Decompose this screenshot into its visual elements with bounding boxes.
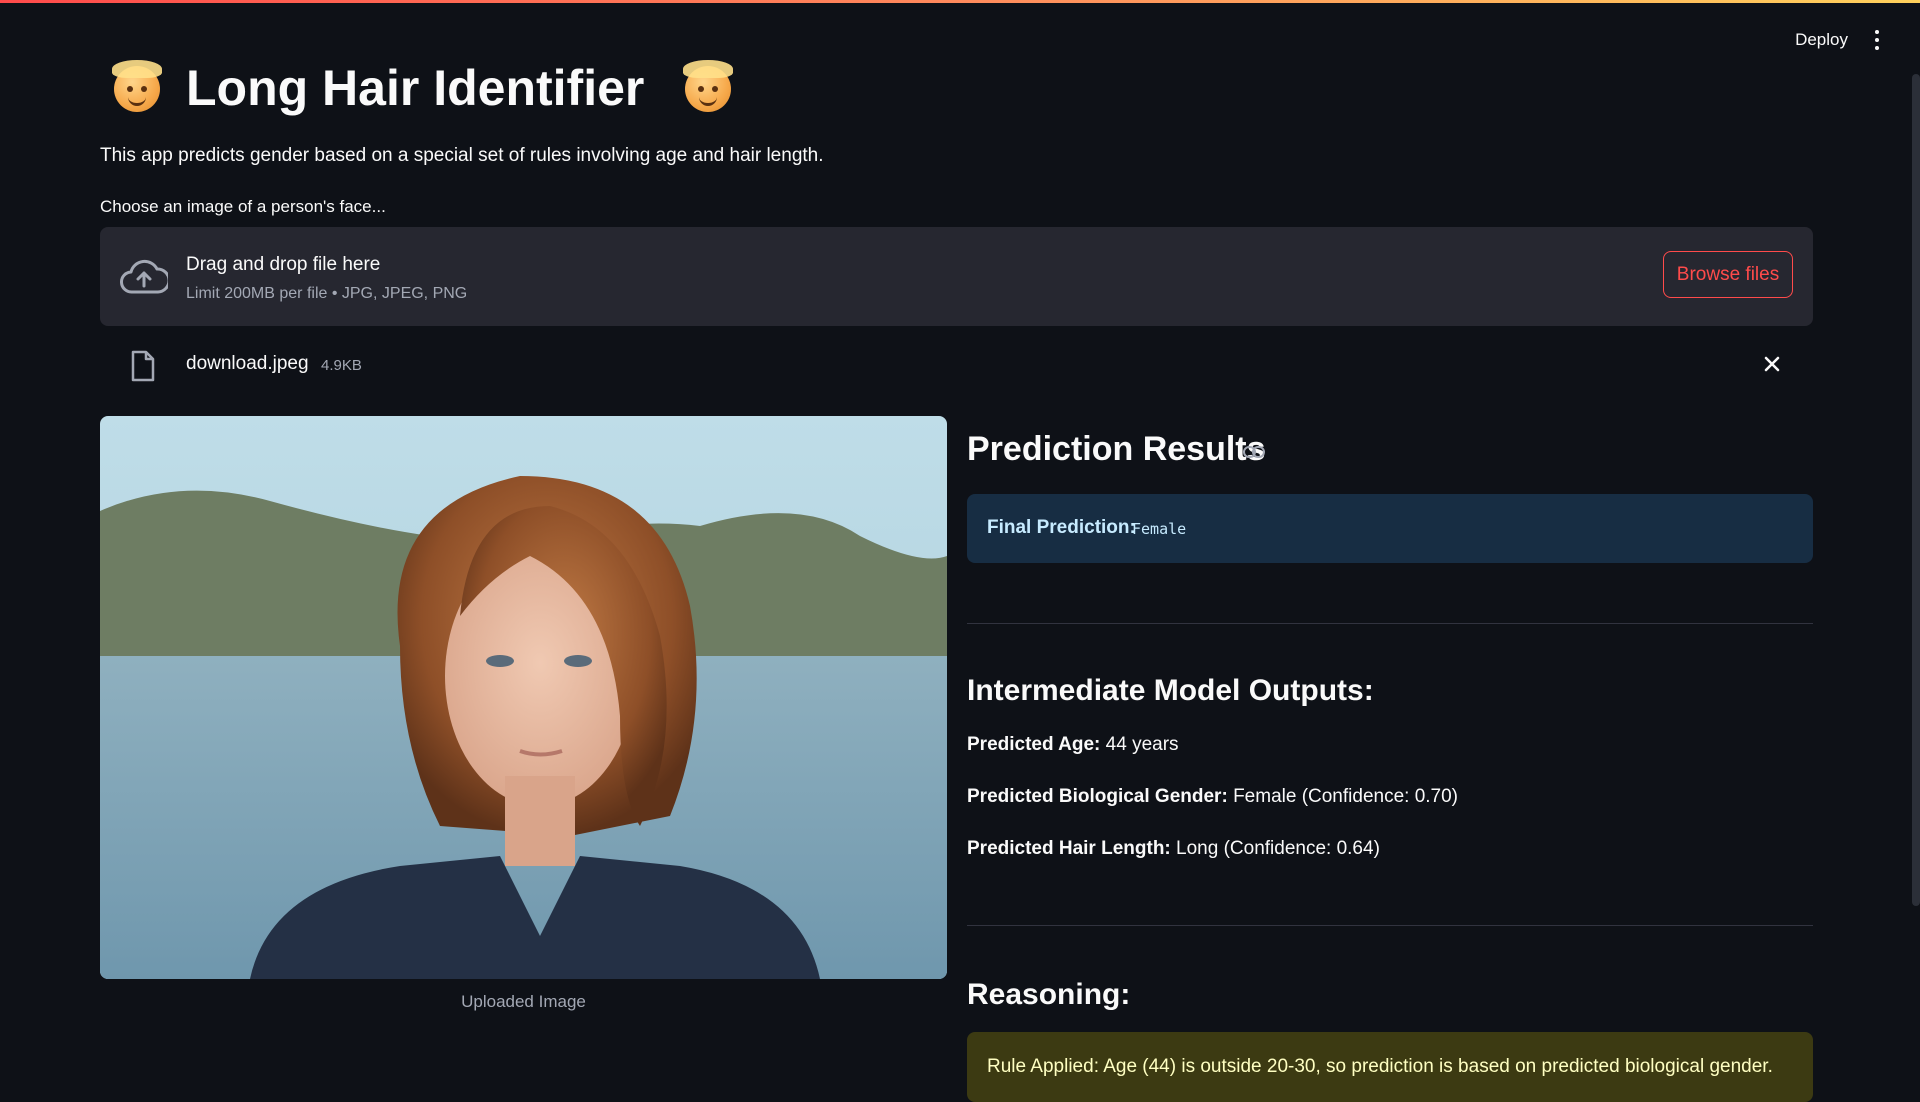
predicted-gender-label: Predicted Biological Gender: [967, 786, 1228, 807]
page-title: Long Hair Identifier [186, 60, 645, 116]
file-dropzone[interactable]: Drag and drop file here Limit 200MB per … [100, 227, 1813, 326]
final-prediction-label: Final Prediction: [987, 517, 1136, 538]
intermediate-outputs-heading: Intermediate Model Outputs: [967, 674, 1374, 707]
close-icon[interactable] [1761, 353, 1783, 375]
predicted-gender-value: Female (Confidence: 0.70) [1233, 786, 1459, 807]
predicted-hair-length-label: Predicted Hair Length: [967, 838, 1171, 859]
predicted-age-value: 44 years [1105, 734, 1179, 755]
file-size: 4.9KB [321, 357, 362, 374]
link-icon[interactable] [1243, 445, 1265, 459]
rule-applied-text: Rule Applied: Age (44) is outside 20-30,… [987, 1056, 1773, 1077]
main-menu-icon[interactable] [1874, 30, 1880, 50]
predicted-gender: Predicted Biological Gender: Female (Con… [967, 786, 1458, 808]
rule-applied-box: Rule Applied: Age (44) is outside 20-30,… [967, 1032, 1813, 1102]
app-description: This app predicts gender based on a spec… [100, 145, 824, 166]
predicted-hair-length: Predicted Hair Length: Long (Confidence:… [967, 838, 1380, 860]
dropzone-instruction: Drag and drop file here [186, 254, 381, 275]
file-name: download.jpeg [186, 353, 309, 374]
predicted-age-label: Predicted Age: [967, 734, 1101, 755]
prediction-results-heading: Prediction Results [967, 430, 1266, 468]
predicted-age: Predicted Age: 44 years [967, 734, 1179, 756]
browse-files-button[interactable]: Browse files [1663, 251, 1793, 298]
final-prediction-box: Final Prediction: Female [967, 494, 1813, 563]
toolbar: Deploy [1795, 30, 1880, 50]
divider [967, 925, 1813, 926]
divider [967, 623, 1813, 624]
cloud-upload-icon [120, 259, 168, 294]
reasoning-heading: Reasoning: [967, 978, 1131, 1011]
dropzone-limit: Limit 200MB per file • JPG, JPEG, PNG [186, 285, 468, 302]
decoration-top-bar [0, 0, 1920, 3]
final-prediction-value: Female [1132, 520, 1187, 538]
scrollbar[interactable] [1912, 74, 1920, 906]
smiling-face-with-halo-icon [683, 60, 733, 112]
uploaded-image [100, 416, 947, 979]
file-icon [131, 350, 155, 382]
predicted-hair-length-value: Long (Confidence: 0.64) [1176, 838, 1380, 859]
uploaded-file-row: download.jpeg 4.9KB [100, 345, 1813, 385]
deploy-button[interactable]: Deploy [1795, 30, 1848, 50]
smiling-face-with-halo-icon [112, 60, 162, 112]
uploader-label: Choose an image of a person's face... [100, 197, 386, 216]
image-caption: Uploaded Image [461, 992, 586, 1011]
